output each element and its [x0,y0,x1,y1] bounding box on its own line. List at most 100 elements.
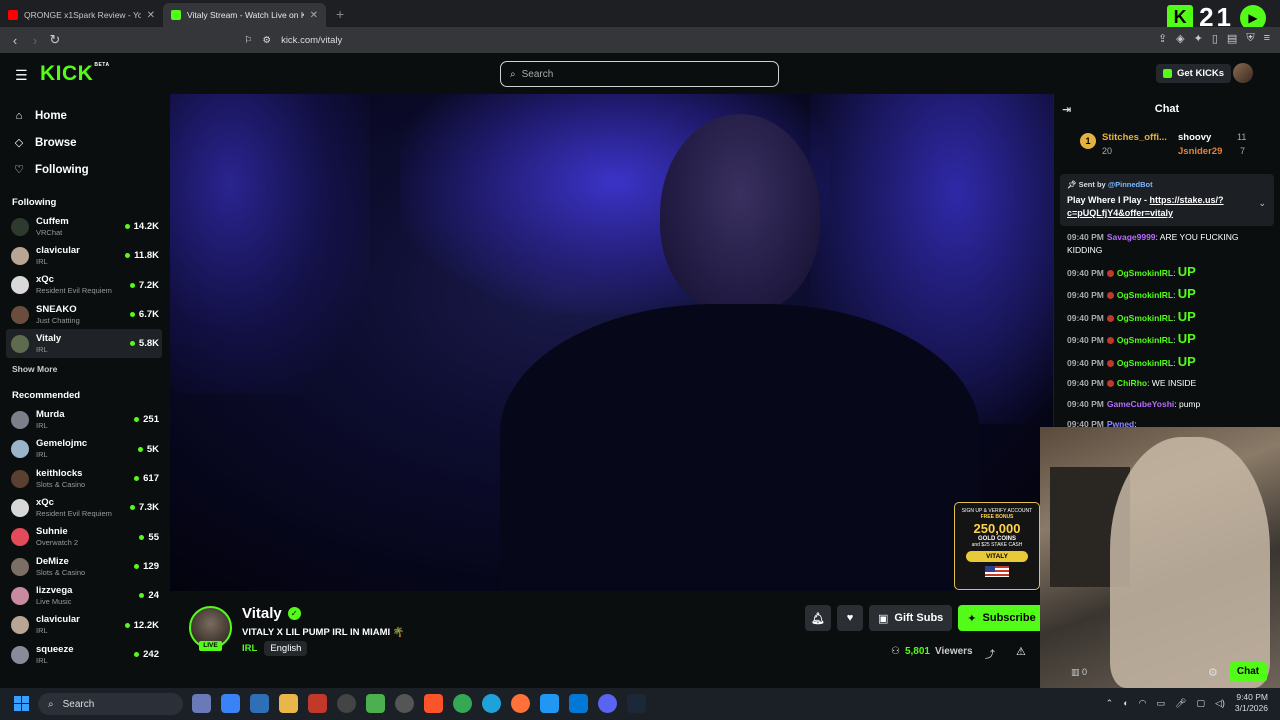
chrome-icon[interactable] [453,694,472,713]
app-icon[interactable] [337,694,356,713]
sidebar-item-following[interactable]: ♡ Following [0,156,170,183]
sidebar-channel[interactable]: clavicular IRL 12.2K [0,611,170,640]
sidebar-channel[interactable]: squeeze IRL 242 [0,640,170,669]
menu-icon[interactable]: ≡ [1264,32,1270,45]
browser-tab-youtube[interactable]: QRONGE x1Spark Review - YouTube ✕ [0,3,163,27]
firefox-icon[interactable] [511,694,530,713]
site-info-icon[interactable]: ⚙ [263,35,272,46]
channel-points[interactable]: ▥ 0 [1071,667,1087,678]
message-user[interactable]: Savage9999 [1107,232,1156,242]
sidebar-channel[interactable]: Murda IRL 251 [0,405,170,434]
wifi-icon[interactable]: ◠ [1139,698,1147,709]
sidebar-channel[interactable]: SNEAKO Just Chatting 6.7K [0,300,170,329]
language-tag[interactable]: English [264,641,308,656]
category-link[interactable]: IRL [242,643,257,654]
wallet-icon[interactable]: ▤ [1227,32,1237,45]
message-user[interactable]: OgSmokinIRL [1117,290,1173,300]
sidebar-item-browse[interactable]: ◇ Browse [0,129,170,156]
sidebar-channel[interactable]: lizzvega Live Music 24 [0,581,170,610]
channel-avatar [11,334,29,353]
chat-send-button[interactable]: Chat [1229,662,1267,682]
close-tab-icon[interactable]: ✕ [147,10,155,21]
vpn-icon[interactable]: ⛨ [1246,32,1254,45]
message-user[interactable]: GameCubeYoshi [1107,399,1174,409]
sidebar-channel[interactable]: xQc Resident Evil Requiem 7.3K [0,493,170,522]
steam-icon[interactable] [627,694,646,713]
subscribe-button[interactable]: ✦ Subscribe [958,605,1045,631]
app-icon[interactable] [250,694,269,713]
settings-icon[interactable]: ⚙ [1208,666,1218,679]
message-user[interactable]: OgSmokinIRL [1117,358,1173,368]
sidebar-channel[interactable]: clavicular IRL 11.8K [0,241,170,270]
clock[interactable]: 9:40 PM 3/1/2026 [1235,692,1268,714]
search-input[interactable] [521,68,654,80]
sidebar-channel[interactable]: xQc Resident Evil Requiem 7.2K [0,271,170,300]
battery-icon[interactable]: ▭ [1157,698,1166,709]
microphone-icon[interactable]: 🎤︎ [1175,698,1186,709]
leaderboard-user[interactable]: Stitches_offi... [1102,132,1167,143]
bookmark-icon[interactable]: ⚐ [244,35,253,46]
share-icon[interactable]: ⤴ [985,646,995,661]
extensions-icon[interactable]: ✦ [1194,32,1203,45]
brave-shield-icon[interactable]: ◈ [1176,32,1184,45]
user-avatar[interactable] [1233,63,1253,83]
message-user[interactable]: OgSmokinIRL [1117,313,1173,323]
app-icon[interactable] [540,694,559,713]
report-icon[interactable]: ⚠ [1016,645,1026,658]
pinned-message[interactable]: 📌︎ Sent by @PinnedBot Play Where I Play … [1060,174,1274,226]
video-player[interactable] [170,94,1053,591]
get-kicks-button[interactable]: Get KICKs [1156,64,1231,83]
app-tray-icon[interactable]: ◐ [1123,698,1128,708]
new-tab-button[interactable]: + [326,3,354,27]
app-icon[interactable] [395,694,414,713]
brave-icon[interactable] [424,694,443,713]
monitor-icon[interactable]: ▢ [1196,698,1205,709]
app-icon[interactable] [308,694,327,713]
back-icon[interactable]: ‹ [5,33,25,48]
follow-button[interactable]: ♥ [837,605,863,631]
leaderboard-user[interactable]: Jsnider29 [1178,146,1222,157]
forward-icon[interactable]: › [25,33,45,48]
show-more-button[interactable]: Show More [0,364,170,374]
channel-name: squeeze [36,643,74,655]
search-bar[interactable]: ⌕ [500,61,779,87]
message-user[interactable]: OgSmokinIRL [1117,335,1173,345]
windows-start-icon[interactable] [14,696,29,711]
sidebar-channel[interactable]: DeMize Slots & Casino 129 [0,552,170,581]
sidebar-item-home[interactable]: ⌂ Home [0,102,170,129]
sidebar-channel[interactable]: Suhnie Overwatch 2 55 [0,523,170,552]
chevron-up-icon[interactable]: ⌃ [1106,698,1114,709]
url-text[interactable]: kick.com/vitaly [281,35,342,46]
kick-logo[interactable]: KICKBETA [40,62,110,86]
app-icon[interactable] [192,694,211,713]
discord-icon[interactable] [598,694,617,713]
streamer-name[interactable]: Vitaly [242,605,282,622]
volume-icon[interactable]: ◁) [1215,698,1225,709]
vscode-icon[interactable] [569,694,588,713]
reload-icon[interactable]: ↻ [45,32,65,48]
chevron-down-icon[interactable]: ⌄ [1258,198,1266,209]
app-icon[interactable] [221,694,240,713]
address-bar[interactable]: ⚐ ⚙ kick.com/vitaly [244,30,1004,50]
leaderboard-user[interactable]: shoovy [1178,132,1211,143]
collapse-chat-icon[interactable]: ⇥ [1062,103,1071,116]
gift-subs-button[interactable]: ▣ Gift Subs [869,605,953,631]
sidebar-channel[interactable]: Vitaly IRL 5.8K [6,329,162,359]
live-dot-icon [134,563,140,569]
edge-icon[interactable] [482,694,501,713]
taskbar-search[interactable]: ⌕ Search [38,693,183,715]
notification-bell-button[interactable]: 🔔︎ [805,605,831,631]
app-icon[interactable] [366,694,385,713]
browser-tab-kick[interactable]: Vitaly Stream - Watch Live on Kick ✕ [163,3,326,27]
sidebar-toggle-icon[interactable]: ▯ [1212,32,1218,45]
sidebar-channel[interactable]: keithlocks Slots & Casino 617 [0,464,170,493]
share-icon[interactable]: ⇪ [1158,32,1167,45]
folder-icon[interactable] [279,694,298,713]
message-user[interactable]: OgSmokinIRL [1117,268,1173,278]
sidebar-channel[interactable]: Cuffem VRChat 14.2K [0,212,170,241]
hamburger-menu-icon[interactable]: ☰ [15,67,28,84]
sidebar-channel[interactable]: Gemelojmc IRL 5K [0,435,170,464]
heart-icon: ♡ [14,164,24,176]
close-tab-icon[interactable]: ✕ [310,10,318,21]
message-user[interactable]: ChiRho [1117,378,1147,388]
